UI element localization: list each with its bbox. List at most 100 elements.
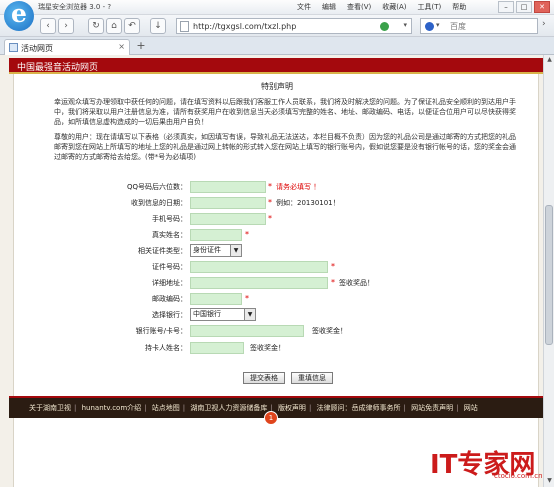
tab-bar: 活动网页 × + bbox=[0, 37, 554, 55]
holder-label: 持卡人姓名： bbox=[145, 344, 187, 352]
footer-link[interactable]: 网站 bbox=[464, 404, 478, 412]
account-label: 银行账号/卡号： bbox=[135, 327, 187, 335]
address-label: 详细地址： bbox=[152, 279, 187, 287]
zip-input[interactable] bbox=[190, 293, 242, 305]
footer-link[interactable]: 网站免责声明 bbox=[411, 404, 453, 412]
menu-tools[interactable]: 工具(T) bbox=[418, 2, 442, 12]
page-icon bbox=[180, 21, 189, 32]
minimize-button[interactable]: – bbox=[498, 1, 514, 13]
chevron-down-icon[interactable]: ▾ bbox=[403, 21, 407, 29]
form-row-date: 收到信息的日期： * 例如：20130101！ bbox=[14, 196, 540, 210]
notice-paragraph-2: 尊敬的用户：现在请填写以下表格（必须真实，如因填写有误，导致礼品无法送达，本栏目… bbox=[54, 133, 516, 161]
vertical-scrollbar[interactable]: ▲ ▼ bbox=[543, 55, 554, 487]
idtype-value: 身份证件 bbox=[193, 246, 221, 254]
phone-input[interactable] bbox=[190, 213, 266, 225]
search-input[interactable] bbox=[450, 20, 534, 32]
maximize-button[interactable]: □ bbox=[516, 1, 532, 13]
form-actions: 提交表格 重填信息 bbox=[14, 372, 540, 386]
date-note: 例如：20130101！ bbox=[276, 199, 340, 207]
footer-link[interactable]: 版权声明 bbox=[278, 404, 306, 412]
download-icon[interactable]: ↓ bbox=[150, 18, 166, 34]
tab-active[interactable]: 活动网页 × bbox=[4, 39, 130, 55]
address-input[interactable] bbox=[190, 277, 328, 289]
bank-label: 选择银行： bbox=[152, 311, 187, 319]
qq-label: QQ号码后六位数： bbox=[126, 183, 187, 191]
zip-label: 邮政编码： bbox=[152, 295, 187, 303]
footer-link[interactable]: hunantv.com介绍 bbox=[82, 404, 142, 412]
reset-button[interactable]: 重填信息 bbox=[291, 372, 333, 384]
scrollbar-thumb[interactable] bbox=[545, 205, 553, 345]
section-title: 特别声明 bbox=[261, 82, 293, 91]
address-note: 签收奖品！ bbox=[339, 279, 374, 287]
account-input[interactable] bbox=[190, 325, 304, 337]
idnum-label: 证件号码： bbox=[152, 263, 187, 271]
undo-icon[interactable]: ↶ bbox=[124, 18, 140, 34]
scroll-up-icon[interactable]: ▲ bbox=[545, 56, 554, 65]
qq-note: 请务必填写 ！ bbox=[276, 183, 321, 191]
address-bar[interactable]: http://tgxgsl.com/txzl.php ▾ bbox=[176, 18, 412, 34]
idtype-select[interactable]: 身份证件 ▼ bbox=[190, 244, 242, 257]
site-footer: 关于湖南卫视 | hunantv.com介绍 | 站点地图 | 湖南卫视人力资源储备库… bbox=[9, 396, 543, 425]
browser-logo-icon bbox=[4, 0, 34, 31]
footer-links: 关于湖南卫视 | hunantv.com介绍 | 站点地图 | 湖南卫视人力资源储备库… bbox=[29, 404, 478, 412]
form-row-zip: 邮政编码： * bbox=[14, 292, 540, 306]
form-row-holder: 持卡人姓名： 签收奖金！ bbox=[14, 341, 540, 355]
form-row-account: 银行账号/卡号： 签收奖金！ bbox=[14, 324, 540, 338]
notice-paragraph-1: 幸运观众填写办理领取中获任何的问题，请在填写资料以后跟我们客服工作人员联系，我们… bbox=[54, 98, 516, 126]
forward-icon[interactable]: › bbox=[58, 18, 74, 34]
baidu-icon bbox=[425, 22, 434, 31]
phone-label: 手机号码： bbox=[152, 215, 187, 223]
holder-input[interactable] bbox=[190, 342, 244, 354]
menu-help[interactable]: 帮助 bbox=[452, 2, 466, 12]
site-header: 中国最强音活动网页 bbox=[9, 58, 543, 74]
required-mark: * bbox=[245, 294, 249, 303]
required-mark: * bbox=[331, 262, 335, 271]
form-row-qq: QQ号码后六位数： * 请务必填写 ！ bbox=[14, 180, 540, 194]
holder-note: 签收奖金！ bbox=[250, 344, 285, 352]
footer-link[interactable]: 关于湖南卫视 bbox=[29, 404, 71, 412]
search-go-icon[interactable]: › bbox=[542, 19, 551, 33]
menu-view[interactable]: 查看(V) bbox=[347, 2, 371, 12]
refresh-icon[interactable]: ↻ bbox=[88, 18, 104, 34]
menu-edit[interactable]: 编辑 bbox=[322, 2, 336, 12]
back-icon[interactable]: ‹ bbox=[40, 18, 56, 34]
window-controls: – □ ✕ bbox=[498, 1, 550, 13]
window-title: 瑞星安全浏览器 3.0 - ? bbox=[38, 3, 112, 11]
date-input[interactable] bbox=[190, 197, 266, 209]
submit-button[interactable]: 提交表格 bbox=[243, 372, 285, 384]
footer-link[interactable]: 湖南卫视人力资源储备库 bbox=[190, 404, 267, 412]
name-label: 真实姓名： bbox=[152, 231, 187, 239]
form-row-bank: 选择银行： 中国银行 ▼ bbox=[14, 308, 540, 322]
required-mark: * bbox=[331, 278, 335, 287]
form-row-phone: 手机号码： * bbox=[14, 212, 540, 226]
bank-value: 中国银行 bbox=[193, 310, 221, 318]
title-bar: 瑞星安全浏览器 3.0 - ? 文件 编辑 查看(V) 收藏(A) 工具(T) … bbox=[0, 0, 554, 31]
new-tab-icon[interactable]: + bbox=[134, 40, 148, 53]
qq-input[interactable] bbox=[190, 181, 266, 193]
footer-link[interactable]: 法律顾问：岳成律师事务所 bbox=[317, 404, 401, 412]
home-icon[interactable]: ⌂ bbox=[106, 18, 122, 34]
footer-link[interactable]: 站点地图 bbox=[152, 404, 180, 412]
idtype-label: 相关证件类型： bbox=[138, 247, 187, 255]
navigation-bar: ‹ › ↻ ⌂ ↶ ↓ http://tgxgsl.com/txzl.php ▾… bbox=[0, 15, 554, 37]
idnum-input[interactable] bbox=[190, 261, 328, 273]
bank-select[interactable]: 中国银行 ▼ bbox=[190, 308, 256, 321]
notification-badge[interactable]: 1 bbox=[264, 411, 278, 425]
menu-favorites[interactable]: 收藏(A) bbox=[382, 2, 406, 12]
name-input[interactable] bbox=[190, 229, 242, 241]
chevron-down-icon[interactable]: ▼ bbox=[230, 245, 241, 256]
watermark-domain: ctocio.com.cn bbox=[494, 472, 543, 480]
menu-file[interactable]: 文件 bbox=[297, 2, 311, 12]
close-window-button[interactable]: ✕ bbox=[534, 1, 550, 13]
chevron-down-icon[interactable]: ▾ bbox=[436, 21, 440, 29]
url-text[interactable]: http://tgxgsl.com/txzl.php bbox=[193, 22, 296, 31]
chevron-down-icon[interactable]: ▼ bbox=[244, 309, 255, 320]
close-icon[interactable]: × bbox=[118, 42, 125, 51]
search-box[interactable]: ▾ bbox=[420, 18, 538, 34]
form-row-idtype: 相关证件类型： 身份证件 ▼ bbox=[14, 244, 540, 258]
form-page: 特别声明 幸运观众填写办理领取中获任何的问题，请在填写资料以后跟我们客服工作人员… bbox=[13, 74, 539, 487]
go-icon[interactable] bbox=[380, 22, 389, 31]
form-row-address: 详细地址： * 签收奖品！ bbox=[14, 276, 540, 290]
required-mark: * bbox=[268, 198, 272, 207]
required-mark: * bbox=[268, 182, 272, 191]
